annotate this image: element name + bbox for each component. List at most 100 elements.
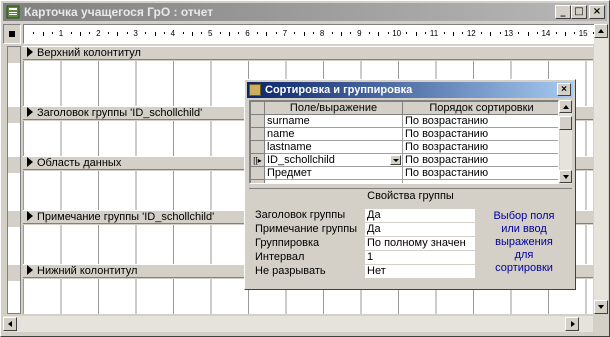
hint-line: Выбор поля [493, 210, 555, 222]
prop-value[interactable]: Да [365, 209, 475, 222]
table-row[interactable]: name По возрастанию [250, 127, 558, 141]
ruler-tick [490, 32, 492, 36]
horizontal-scrollbar[interactable] [3, 316, 593, 332]
grid-scroll-thumb[interactable] [559, 116, 572, 130]
vertical-ruler [7, 46, 21, 314]
ruler-tick [219, 32, 221, 34]
order-cell[interactable]: По возрастанию [402, 140, 558, 154]
prop-label: Заголовок группы [255, 209, 346, 221]
prop-group-footer[interactable]: Примечание группы Да [255, 223, 481, 236]
ruler-tick [154, 32, 156, 36]
band-label: Примечание группы 'ID_schollchild' [37, 211, 215, 223]
table-row[interactable]: surname По возрастанию [250, 114, 558, 128]
ruler-mark: 4 [170, 29, 176, 38]
prop-group-header[interactable]: Заголовок группы Да [255, 209, 481, 222]
ruler-mark: 8 [319, 29, 325, 38]
report-selector[interactable] [3, 24, 21, 44]
hint-line: выражения [495, 236, 553, 248]
ruler-tick [555, 32, 557, 34]
ruler-tick [527, 32, 529, 36]
report-icon [6, 5, 20, 19]
prop-value[interactable]: Да [365, 223, 475, 236]
scroll-up-button[interactable] [594, 24, 608, 38]
table-row[interactable]: Предмет По возрастанию [250, 166, 558, 180]
ruler-tick [126, 32, 128, 34]
prop-value[interactable]: 1 [365, 251, 475, 264]
scroll-left-button[interactable] [3, 317, 17, 331]
close-button[interactable]: × [589, 5, 605, 19]
ruler-tick [424, 32, 426, 34]
order-cell[interactable] [402, 179, 558, 183]
table-row[interactable]: [[▸ ID_schollchild По возрастанию [250, 153, 558, 167]
arrow-down-icon [598, 305, 604, 309]
scroll-down-button[interactable] [594, 300, 608, 314]
field-cell[interactable]: surname [264, 114, 403, 128]
prop-group-interval[interactable]: Интервал 1 [255, 251, 481, 264]
band-arrow-icon [27, 157, 33, 167]
field-cell[interactable]: name [264, 127, 403, 141]
sort-table: Поле/выражение Порядок сортировки surnam… [250, 101, 558, 183]
table-row[interactable]: lastname По возрастанию [250, 140, 558, 154]
band-arrow-icon [27, 265, 33, 275]
ruler-tick [294, 32, 296, 34]
vertical-scrollbar[interactable] [594, 24, 608, 314]
ruler-tick [89, 32, 91, 34]
prop-label: Не разрывать [255, 265, 326, 277]
group-properties: Заголовок группы Да Примечание группы Да… [249, 204, 481, 282]
grid-scroll-down-button[interactable] [559, 170, 572, 183]
ruler-mark: 7 [282, 29, 288, 38]
ruler-tick [518, 32, 520, 34]
band-page-header[interactable]: Верхний колонтитул [23, 46, 593, 60]
field-combo[interactable]: ID_schollchild [264, 153, 403, 167]
band-arrow-icon [27, 47, 33, 57]
order-cell[interactable]: По возрастанию [402, 153, 558, 167]
horizontal-ruler: 1 2 3 4 5 6 7 8 9 10 11 12 13 14 15 [23, 24, 595, 44]
dialog-titlebar[interactable]: Сортировка и группировка × [247, 82, 573, 98]
row-selector[interactable] [250, 140, 265, 154]
prop-keep-together[interactable]: Не разрывать Нет [255, 265, 481, 278]
prop-group-on[interactable]: Группировка По полному значен [255, 237, 481, 250]
vruler-band-marker [8, 211, 20, 227]
ruler-mark: 13 [504, 29, 514, 38]
grid-scrollbar[interactable] [559, 100, 572, 184]
ruler-tick [480, 32, 482, 34]
ruler-mark: 10 [392, 29, 402, 38]
prop-value[interactable]: Нет [365, 265, 475, 278]
field-cell[interactable]: lastname [264, 140, 403, 154]
field-cell[interactable]: Предмет [264, 166, 403, 180]
arrow-up-icon [598, 29, 604, 33]
row-selector[interactable] [250, 114, 265, 128]
minimize-button[interactable]: _ [555, 5, 571, 19]
sorting-grouping-dialog: Сортировка и группировка × Поле/выражени… [244, 79, 576, 290]
window-titlebar[interactable]: Карточка учащегося ГрО : отчет _ □ × [3, 3, 607, 21]
dropdown-button[interactable] [390, 155, 401, 165]
row-selector[interactable] [250, 127, 265, 141]
hint-text: Выбор поля или ввод выражения для сортир… [481, 208, 567, 278]
ruler-mark: 6 [245, 29, 250, 38]
ruler-tick [117, 32, 119, 36]
hint-line: для [514, 249, 534, 261]
ruler-tick [350, 32, 352, 34]
row-selector[interactable] [250, 166, 265, 180]
maximize-button[interactable]: □ [571, 5, 587, 19]
header-field: Поле/выражение [264, 101, 403, 115]
grid-scroll-up-button[interactable] [559, 100, 572, 113]
arrow-left-icon [8, 321, 12, 327]
row-selector[interactable]: [[▸ [250, 153, 265, 167]
vruler-band-marker [8, 265, 20, 281]
ruler-tick [145, 32, 147, 34]
ruler-tick [182, 32, 184, 34]
band-label: Нижний колонтитул [37, 265, 138, 277]
field-cell[interactable] [264, 179, 403, 183]
scroll-right-button[interactable] [565, 317, 579, 331]
order-cell[interactable]: По возрастанию [402, 127, 558, 141]
arrow-down-icon [563, 175, 569, 179]
prop-value[interactable]: По полному значен [365, 237, 475, 250]
order-cell[interactable]: По возрастанию [402, 114, 558, 128]
chevron-down-icon [393, 159, 399, 162]
table-row-empty[interactable] [250, 179, 558, 183]
row-selector[interactable] [250, 179, 265, 183]
sort-grid: Поле/выражение Порядок сортировки surnam… [249, 100, 559, 184]
order-cell[interactable]: По возрастанию [402, 166, 558, 180]
dialog-close-button[interactable]: × [557, 83, 571, 96]
